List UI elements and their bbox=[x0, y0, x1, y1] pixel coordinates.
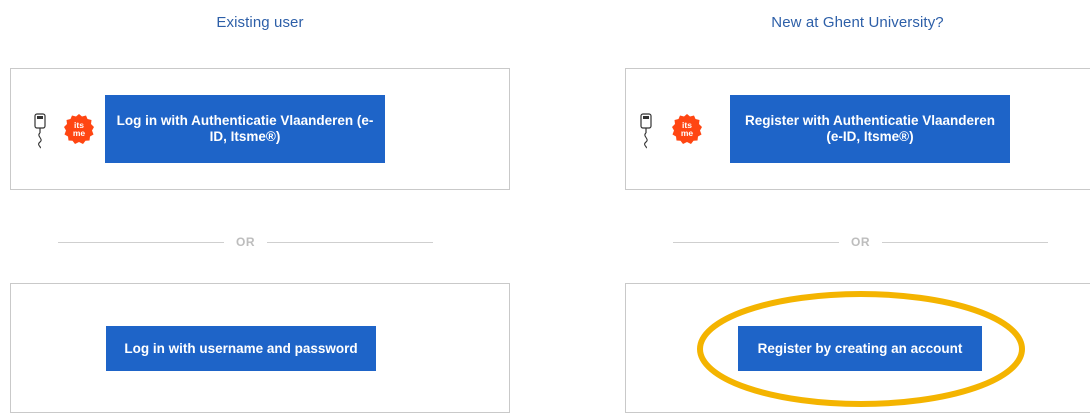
svg-text:me: me bbox=[681, 128, 694, 138]
divider-line bbox=[673, 241, 839, 243]
new-user-heading: New at Ghent University? bbox=[771, 14, 944, 31]
login-auth-vlaanderen-button[interactable]: Log in with Authenticatie Vlaanderen (e-… bbox=[105, 95, 385, 163]
svg-text:me: me bbox=[73, 128, 86, 138]
card-reader-icon bbox=[34, 113, 46, 149]
new-user-auth-card: its me Register with Authenticatie Vlaan… bbox=[625, 68, 1090, 190]
new-user-or-divider: OR bbox=[673, 235, 1048, 249]
existing-user-heading: Existing user bbox=[216, 14, 304, 31]
divider-label: OR bbox=[236, 235, 255, 249]
login-username-password-button[interactable]: Log in with username and password bbox=[106, 326, 376, 371]
divider-line bbox=[267, 241, 433, 243]
new-user-create-account-card: Register by creating an account bbox=[625, 283, 1090, 413]
existing-user-auth-card: its me Log in with Authenticatie Vlaande… bbox=[10, 68, 510, 190]
divider-line bbox=[882, 241, 1048, 243]
register-create-account-button[interactable]: Register by creating an account bbox=[738, 326, 982, 371]
existing-user-or-divider: OR bbox=[58, 235, 433, 249]
divider-label: OR bbox=[851, 235, 870, 249]
existing-user-password-card: Log in with username and password bbox=[10, 283, 510, 413]
itsme-icon: its me bbox=[672, 114, 702, 144]
itsme-icon: its me bbox=[64, 114, 94, 144]
card-reader-icon bbox=[640, 113, 652, 149]
divider-line bbox=[58, 241, 224, 243]
register-auth-vlaanderen-button[interactable]: Register with Authenticatie Vlaanderen (… bbox=[730, 95, 1010, 163]
